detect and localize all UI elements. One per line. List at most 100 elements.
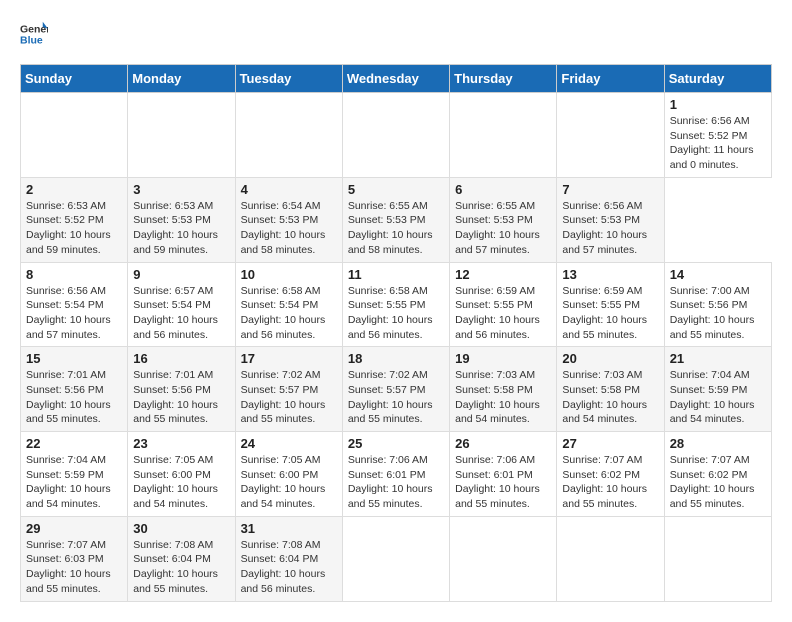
day-cell-19: 19 Sunrise: 7:03 AMSunset: 5:58 PMDayligh… [450,347,557,432]
day-info: Sunrise: 7:03 AMSunset: 5:58 PMDaylight:… [562,369,647,425]
logo-icon: General Blue [20,20,48,48]
day-info: Sunrise: 6:59 AMSunset: 5:55 PMDaylight:… [562,285,647,341]
day-cell-11: 11 Sunrise: 6:58 AMSunset: 5:55 PMDayligh… [342,262,449,347]
day-info: Sunrise: 6:56 AMSunset: 5:53 PMDaylight:… [562,200,647,256]
day-cell-15: 15Sunrise: 7:01 AMSunset: 5:56 PMDayligh… [21,347,128,432]
day-info: Sunrise: 6:58 AMSunset: 5:54 PMDaylight:… [241,285,326,341]
day-number: 31 [241,521,337,536]
day-info: Sunrise: 7:04 AMSunset: 5:59 PMDaylight:… [670,369,755,425]
day-cell-20: 20Sunrise: 7:03 AMSunset: 5:58 PMDayligh… [557,347,664,432]
day-cell-16: 16 Sunrise: 7:01 AMSunset: 5:56 PMDayligh… [128,347,235,432]
day-cell-6: 6 Sunrise: 6:55 AMSunset: 5:53 PMDaylight… [450,177,557,262]
day-info: Sunrise: 6:56 AMSunset: 5:54 PMDaylight:… [26,285,111,341]
day-number: 10 [241,267,337,282]
day-cell-24: 24Sunrise: 7:05 AMSunset: 6:00 PMDayligh… [235,432,342,517]
day-number: 14 [670,267,766,282]
calendar-week-2: 8 Sunrise: 6:56 AMSunset: 5:54 PMDaylight… [21,262,772,347]
day-number: 16 [133,351,229,366]
day-number: 9 [133,267,229,282]
day-number: 25 [348,436,444,451]
empty-cell [450,93,557,178]
header-row: SundayMondayTuesdayWednesdayThursdayFrid… [21,65,772,93]
day-number: 3 [133,182,229,197]
day-number: 15 [26,351,122,366]
empty-cell [342,93,449,178]
day-number: 29 [26,521,122,536]
calendar-week-3: 15 Sunrise: 7:01 AMSunset: 5:56 PMDayligh… [21,347,772,432]
day-cell-30: 30Sunrise: 7:08 AMSunset: 6:04 PMDayligh… [128,516,235,601]
day-header-thursday: Thursday [450,65,557,93]
calendar-week-0: 1 Sunrise: 6:56 AMSunset: 5:52 PMDaylight… [21,93,772,178]
day-cell-21: 21 Sunrise: 7:04 AMSunset: 5:59 PMDayligh… [664,347,771,432]
day-info: Sunrise: 6:59 AMSunset: 5:55 PMDaylight:… [455,285,540,341]
day-cell-2: 2 Sunrise: 6:53 AMSunset: 5:52 PMDaylight… [21,177,128,262]
day-info: Sunrise: 7:06 AMSunset: 6:01 PMDaylight:… [455,454,540,510]
day-cell-23: 23 Sunrise: 7:05 AMSunset: 6:00 PMDayligh… [128,432,235,517]
empty-cell [342,516,449,601]
empty-cell [557,93,664,178]
day-cell-13: 13 Sunrise: 6:59 AMSunset: 5:55 PMDayligh… [557,262,664,347]
day-cell-22: 22Sunrise: 7:04 AMSunset: 5:59 PMDayligh… [21,432,128,517]
day-cell-18: 18 Sunrise: 7:02 AMSunset: 5:57 PMDayligh… [342,347,449,432]
day-header-wednesday: Wednesday [342,65,449,93]
day-cell-17: 17Sunrise: 7:02 AMSunset: 5:57 PMDayligh… [235,347,342,432]
day-number: 18 [348,351,444,366]
header: General Blue [20,20,772,48]
day-number: 27 [562,436,658,451]
day-info: Sunrise: 7:05 AMSunset: 6:00 PMDaylight:… [241,454,326,510]
svg-text:Blue: Blue [20,35,43,47]
day-info: Sunrise: 7:03 AMSunset: 5:58 PMDaylight:… [455,369,540,425]
day-info: Sunrise: 7:02 AMSunset: 5:57 PMDaylight:… [348,369,433,425]
empty-cell [450,516,557,601]
day-number: 4 [241,182,337,197]
day-number: 6 [455,182,551,197]
day-number: 7 [562,182,658,197]
day-info: Sunrise: 6:54 AMSunset: 5:53 PMDaylight:… [241,200,326,256]
day-number: 2 [26,182,122,197]
day-info: Sunrise: 7:04 AMSunset: 5:59 PMDaylight:… [26,454,111,510]
day-number: 23 [133,436,229,451]
day-cell-4: 4 Sunrise: 6:54 AMSunset: 5:53 PMDaylight… [235,177,342,262]
logo: General Blue [20,20,48,48]
day-info: Sunrise: 6:55 AMSunset: 5:53 PMDaylight:… [455,200,540,256]
day-number: 19 [455,351,551,366]
day-cell-8: 8 Sunrise: 6:56 AMSunset: 5:54 PMDaylight… [21,262,128,347]
day-cell-5: 5Sunrise: 6:55 AMSunset: 5:53 PMDaylight… [342,177,449,262]
day-cell-28: 28 Sunrise: 7:07 AMSunset: 6:02 PMDayligh… [664,432,771,517]
day-number: 12 [455,267,551,282]
day-info: Sunrise: 7:07 AMSunset: 6:02 PMDaylight:… [670,454,755,510]
day-number: 11 [348,267,444,282]
day-header-monday: Monday [128,65,235,93]
day-info: Sunrise: 6:55 AMSunset: 5:53 PMDaylight:… [348,200,433,256]
day-info: Sunrise: 6:53 AMSunset: 5:52 PMDaylight:… [26,200,111,256]
calendar-table: SundayMondayTuesdayWednesdayThursdayFrid… [20,64,772,602]
day-header-saturday: Saturday [664,65,771,93]
empty-cell [664,516,771,601]
day-info: Sunrise: 6:58 AMSunset: 5:55 PMDaylight:… [348,285,433,341]
day-cell-9: 9 Sunrise: 6:57 AMSunset: 5:54 PMDaylight… [128,262,235,347]
day-number: 13 [562,267,658,282]
day-number: 28 [670,436,766,451]
day-info: Sunrise: 7:08 AMSunset: 6:04 PMDaylight:… [241,539,326,595]
day-info: Sunrise: 7:08 AMSunset: 6:04 PMDaylight:… [133,539,218,595]
day-header-tuesday: Tuesday [235,65,342,93]
day-info: Sunrise: 7:01 AMSunset: 5:56 PMDaylight:… [133,369,218,425]
empty-cell [21,93,128,178]
day-info: Sunrise: 6:57 AMSunset: 5:54 PMDaylight:… [133,285,218,341]
day-info: Sunrise: 6:56 AMSunset: 5:52 PMDaylight:… [670,115,754,171]
day-header-sunday: Sunday [21,65,128,93]
day-cell-14: 14 Sunrise: 7:00 AMSunset: 5:56 PMDayligh… [664,262,771,347]
day-cell-31: 31 Sunrise: 7:08 AMSunset: 6:04 PMDayligh… [235,516,342,601]
day-cell-1: 1 Sunrise: 6:56 AMSunset: 5:52 PMDaylight… [664,93,771,178]
day-info: Sunrise: 7:06 AMSunset: 6:01 PMDaylight:… [348,454,433,510]
empty-cell [235,93,342,178]
day-number: 8 [26,267,122,282]
day-cell-10: 10 Sunrise: 6:58 AMSunset: 5:54 PMDayligh… [235,262,342,347]
day-number: 1 [670,97,766,112]
empty-cell [557,516,664,601]
calendar-week-4: 22Sunrise: 7:04 AMSunset: 5:59 PMDayligh… [21,432,772,517]
day-number: 21 [670,351,766,366]
day-info: Sunrise: 7:05 AMSunset: 6:00 PMDaylight:… [133,454,218,510]
day-cell-26: 26Sunrise: 7:06 AMSunset: 6:01 PMDayligh… [450,432,557,517]
day-info: Sunrise: 7:00 AMSunset: 5:56 PMDaylight:… [670,285,755,341]
